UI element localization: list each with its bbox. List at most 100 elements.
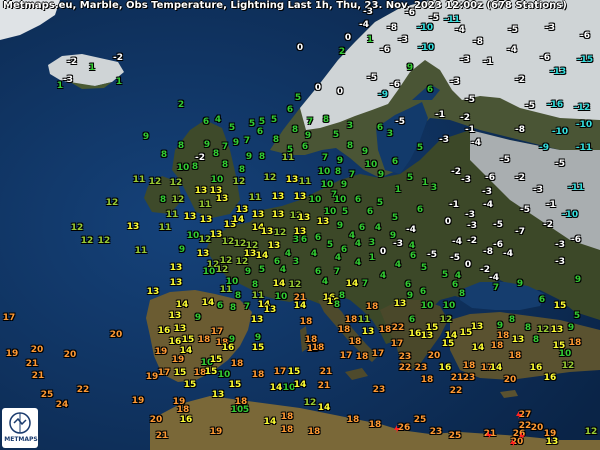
temperature-label: 14	[269, 383, 283, 393]
temperature-label: 20	[530, 423, 544, 433]
temperature-label: 10	[320, 180, 334, 190]
temperature-label: -3	[63, 75, 73, 85]
temperature-label: 18	[355, 352, 369, 362]
temperature-label: -6	[390, 80, 400, 90]
temperature-label: -5	[429, 13, 439, 23]
temperature-label: 1	[368, 253, 376, 263]
temperature-label: -5	[520, 205, 530, 215]
temperature-label: 6	[202, 117, 210, 127]
temperature-label: 13	[173, 324, 187, 334]
temperature-label: 18	[251, 370, 265, 380]
temperature-label: 14	[317, 403, 331, 413]
temperature-label: 21	[155, 431, 169, 441]
temperature-label: 18	[462, 361, 476, 371]
temperature-label: 14	[231, 215, 245, 225]
temperature-label: 15	[553, 301, 567, 311]
temperature-label: 13	[169, 278, 183, 288]
temperature-label: 20	[427, 351, 441, 361]
temperature-label: -9	[378, 90, 388, 100]
temperature-label: 16	[179, 415, 193, 425]
temperature-label: 6	[366, 207, 374, 217]
temperature-label: 19	[154, 347, 168, 357]
temperature-label: 5	[420, 263, 428, 273]
temperature-label: 12	[536, 325, 550, 335]
temperature-label: -2	[543, 220, 553, 230]
temperature-label: 8	[458, 289, 466, 299]
temperature-label: 12	[169, 178, 183, 188]
temperature-label: 7	[243, 302, 251, 312]
temperature-label: 6	[409, 251, 417, 261]
temperature-label: 4	[321, 277, 329, 287]
temperature-label: 2	[338, 47, 346, 57]
temperature-label: -3	[363, 7, 373, 17]
temperature-label: 6	[354, 195, 362, 205]
temperature-label: 6	[376, 123, 384, 133]
temperature-label: 12	[232, 177, 246, 187]
temperature-label: 8	[251, 280, 259, 290]
temperature-label: 3	[368, 238, 376, 248]
temperature-label: 13	[293, 192, 307, 202]
temperature-label: 8	[524, 323, 532, 333]
temperature-label: -4	[359, 20, 369, 30]
temperature-label: 10	[420, 301, 434, 311]
temperature-label: 16	[408, 329, 422, 339]
temperature-label: 6	[391, 157, 399, 167]
lightning-icon	[519, 432, 525, 440]
temperature-label: 7	[333, 267, 341, 277]
temperature-label: 4	[408, 241, 416, 251]
temperature-label: -2	[67, 57, 77, 67]
temperature-label: -2	[451, 167, 461, 177]
temperature-label: 5	[573, 311, 581, 321]
temperature-label: 8	[234, 291, 242, 301]
temperature-label: 12	[263, 173, 277, 183]
temperature-label: -1	[449, 200, 459, 210]
temperature-label: 6	[358, 223, 366, 233]
temperature-label: 21	[450, 373, 464, 383]
temperature-label: -10	[416, 23, 434, 33]
temperature-label: -6	[540, 53, 550, 63]
temperature-label: 11	[281, 153, 295, 163]
temperature-label: -8	[515, 125, 525, 135]
temperature-label: 12	[303, 398, 317, 408]
temperature-label: 7	[243, 136, 251, 146]
temperature-label: -9	[539, 143, 549, 153]
temperature-label: 2	[177, 100, 185, 110]
temperature-label: 1	[88, 63, 96, 73]
temperature-label: -3	[482, 187, 492, 197]
temperature-label: 12	[80, 236, 94, 246]
temperature-label: -8	[387, 23, 397, 33]
temperature-label: 15	[204, 367, 218, 377]
temperature-label: -1	[435, 110, 445, 120]
temperature-label: 10	[186, 231, 200, 241]
temperature-label: 7	[221, 142, 229, 152]
temperature-label: 18	[280, 425, 294, 435]
temperature-label: 11	[158, 223, 172, 233]
temperature-label: -2	[467, 236, 477, 246]
lightning-icon	[394, 425, 400, 433]
temperature-label: 3	[430, 183, 438, 193]
temperature-label: 0	[444, 217, 452, 227]
temperature-label: -5	[395, 117, 405, 127]
temperature-label: 18	[348, 337, 362, 347]
temperature-label: 13	[260, 227, 274, 237]
temperature-label: 15	[441, 339, 455, 349]
temperature-label: 8	[159, 195, 167, 205]
temperature-label: 13	[199, 215, 213, 225]
temperature-label: 9	[178, 245, 186, 255]
temperature-label: 6	[538, 295, 546, 305]
temperature-label: -4	[503, 249, 513, 259]
temperature-label: 10	[442, 301, 456, 311]
temperature-label: -4	[483, 200, 493, 210]
temperature-label: 21	[31, 371, 45, 381]
temperature-label: 19	[131, 396, 145, 406]
temperature-label: -8	[473, 37, 483, 47]
temperature-label: 8	[346, 141, 354, 151]
temperature-label: 6	[426, 85, 434, 95]
temperature-label: 16	[438, 363, 452, 373]
temperature-label: 5	[228, 123, 236, 133]
temperature-label: 15	[228, 380, 242, 390]
temperature-label: 12	[235, 257, 249, 267]
temperature-label: 13	[316, 217, 330, 227]
temperature-label: 13	[215, 194, 229, 204]
temperature-label: 6	[340, 245, 348, 255]
